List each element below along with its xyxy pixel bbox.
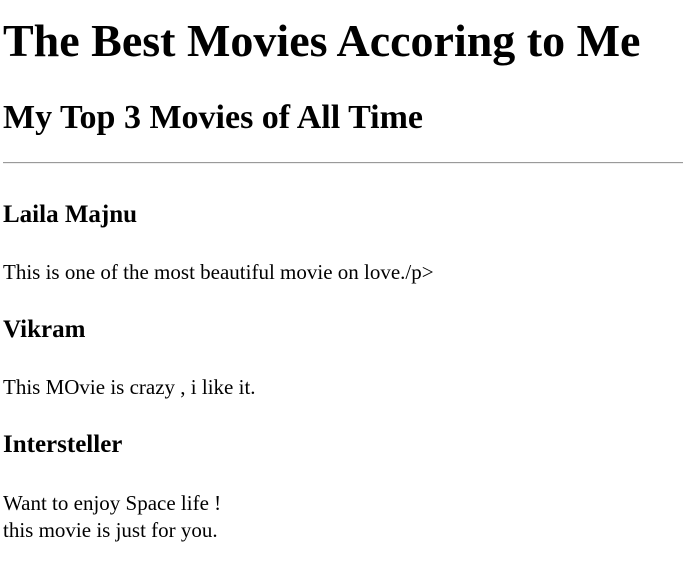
movie-description-intersteller-line-1: Want to enjoy Space life ! [3,491,222,515]
movie-description-vikram: This MOvie is crazy , i like it. [3,375,256,399]
movie-title-laila-majnu: Laila Majnu [3,201,138,228]
section-divider [3,162,683,164]
movie-title-vikram: Vikram [3,316,86,343]
page-subtitle: My Top 3 Movies of All Time [3,99,424,136]
movie-description-intersteller-line-2: this movie is just for you. [3,518,218,542]
page-title: The Best Movies Accoring to Me [3,15,641,66]
movie-description-laila-majnu: This is one of the most beautiful movie … [3,260,434,284]
movie-title-intersteller: Intersteller [3,431,123,458]
